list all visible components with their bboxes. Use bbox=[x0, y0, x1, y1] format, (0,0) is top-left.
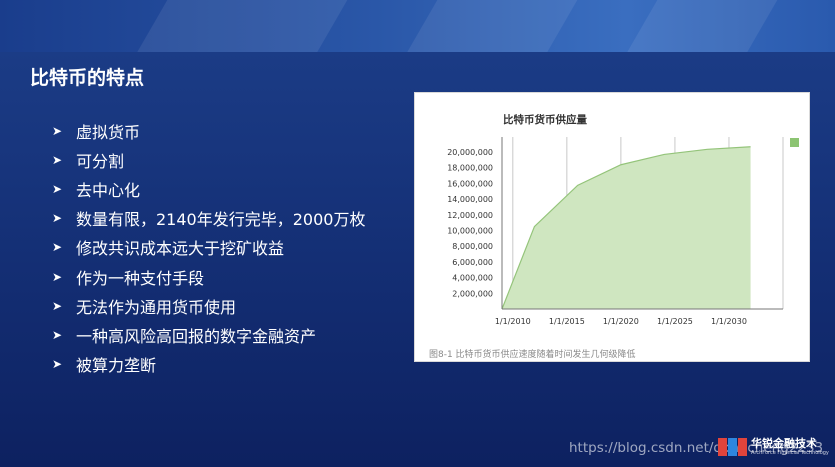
chevron-right-icon: ➤ bbox=[52, 152, 63, 167]
supply-chart: 比特币货币供应量 2,000,000 4,000,000 6,000,000 8,000… bbox=[447, 113, 799, 326]
bullet-text: 可分割 bbox=[76, 151, 125, 171]
bullet-text: 被算力垄断 bbox=[76, 356, 157, 376]
bullet-text: 虚拟货币 bbox=[76, 122, 141, 142]
logo-text-en: ArchForce Financial Technology bbox=[751, 450, 829, 456]
chevron-right-icon: ➤ bbox=[52, 240, 63, 255]
y-tick-label: 16,000,000 bbox=[447, 179, 493, 188]
chevron-right-icon: ➤ bbox=[52, 269, 63, 284]
chart-caption: 图8-1 比特币货币供应速度随着时间发生几何级降低 bbox=[429, 350, 636, 360]
bullet-text: 无法作为通用货币使用 bbox=[76, 297, 237, 317]
company-logo: 华锐金融技术 ArchForce Financial Technology bbox=[718, 438, 829, 456]
bullet-item: ➤ 可分割 bbox=[52, 145, 365, 174]
chart-title: 比特币货币供应量 bbox=[503, 113, 587, 126]
chart-card: 比特币货币供应量 2,000,000 4,000,000 6,000,000 8,000… bbox=[414, 92, 810, 362]
bullet-text: 一种高风险高回报的数字金融资产 bbox=[76, 326, 317, 346]
bullet-item: ➤ 修改共识成本远大于挖矿收益 bbox=[52, 233, 365, 262]
slide-title: 比特币的特点 bbox=[30, 67, 145, 89]
bullet-item: ➤ 数量有限，2140年发行完毕，2000万枚 bbox=[52, 204, 365, 233]
x-tick-label: 1/1/2030 bbox=[711, 317, 747, 326]
logo-text-cn: 华锐金融技术 bbox=[751, 437, 817, 450]
bullet-text: 作为一种支付手段 bbox=[76, 268, 205, 288]
y-tick-label: 6,000,000 bbox=[452, 258, 493, 267]
bullet-item: ➤ 一种高风险高回报的数字金融资产 bbox=[52, 320, 365, 349]
bullet-item: ➤ 虚拟货币 bbox=[52, 116, 365, 145]
y-tick-label: 2,000,000 bbox=[452, 289, 493, 298]
chevron-right-icon: ➤ bbox=[52, 357, 63, 372]
y-tick-label: 8,000,000 bbox=[452, 242, 493, 251]
y-tick-label: 18,000,000 bbox=[447, 164, 493, 173]
bullet-item: ➤ 被算力垄断 bbox=[52, 350, 365, 379]
y-tick-label: 12,000,000 bbox=[447, 211, 493, 220]
chevron-right-icon: ➤ bbox=[52, 298, 63, 313]
y-tick-label: 4,000,000 bbox=[452, 274, 493, 283]
logo-mark-icon bbox=[718, 438, 747, 456]
legend-swatch bbox=[790, 138, 799, 147]
y-tick-label: 14,000,000 bbox=[447, 195, 493, 204]
header-band bbox=[0, 0, 835, 52]
bullet-text: 数量有限，2140年发行完毕，2000万枚 bbox=[76, 210, 366, 230]
bullet-item: ➤ 无法作为通用货币使用 bbox=[52, 291, 365, 320]
chevron-right-icon: ➤ bbox=[52, 181, 63, 196]
bullet-text: 去中心化 bbox=[76, 180, 141, 200]
series-area bbox=[502, 146, 751, 309]
y-tick-label: 20,000,000 bbox=[447, 148, 493, 157]
bullet-text: 修改共识成本远大于挖矿收益 bbox=[76, 239, 285, 259]
bullet-item: ➤ 作为一种支付手段 bbox=[52, 262, 365, 291]
chevron-right-icon: ➤ bbox=[52, 211, 63, 226]
chevron-right-icon: ➤ bbox=[52, 327, 63, 342]
bullet-list: ➤ 虚拟货币 ➤ 可分割 ➤ 去中心化 ➤ 数量有限，2140年发行完毕，2000万枚 ➤ 修改共… bbox=[52, 116, 365, 379]
x-tick-label: 1/1/2015 bbox=[549, 317, 585, 326]
y-tick-label: 10,000,000 bbox=[447, 226, 493, 235]
x-tick-label: 1/1/2010 bbox=[495, 317, 531, 326]
x-tick-label: 1/1/2025 bbox=[657, 317, 693, 326]
x-tick-label: 1/1/2020 bbox=[603, 317, 639, 326]
bullet-item: ➤ 去中心化 bbox=[52, 174, 365, 203]
chevron-right-icon: ➤ bbox=[52, 123, 63, 138]
